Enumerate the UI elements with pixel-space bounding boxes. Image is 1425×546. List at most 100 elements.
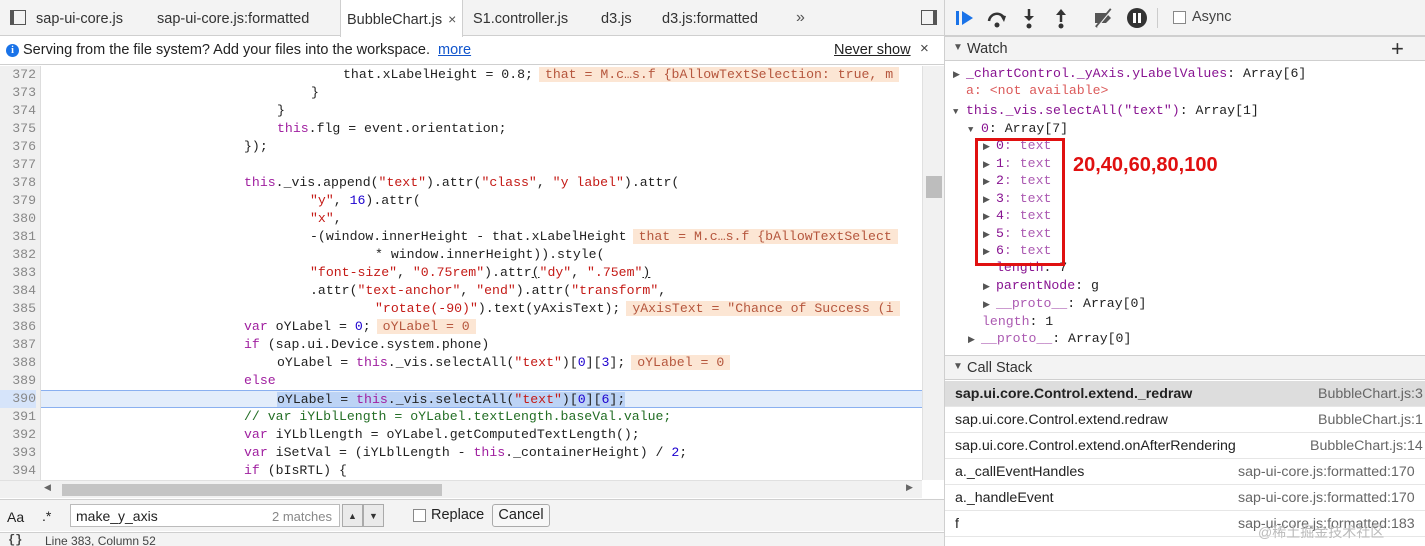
code-area[interactable]: 372 373 374 375 376 377 378 379 380 381 … <box>0 66 922 480</box>
step-over-icon[interactable] <box>985 6 1009 30</box>
code-line: "y", 16).attr( <box>310 193 421 208</box>
tab-sap-ui-core-formatted[interactable]: sap-ui-core.js:formatted <box>157 0 309 36</box>
regex-toggle[interactable]: .* <box>42 508 51 524</box>
async-checkbox[interactable] <box>1173 11 1186 24</box>
call-frame[interactable]: sap.ui.core.Control.extend.redraw BubbleC… <box>945 407 1425 433</box>
line-number[interactable]: 387 <box>0 336 36 354</box>
replace-label[interactable]: Replace <box>431 507 484 523</box>
watch-pane-header[interactable]: ▼ Watch + <box>945 36 1425 61</box>
call-frame[interactable]: a._handleEvent sap-ui-core.js:formatted:1… <box>945 485 1425 511</box>
editor-tab-bar: sap-ui-core.js sap-ui-core.js:formatted … <box>0 0 944 37</box>
line-number[interactable]: 373 <box>0 84 36 102</box>
toggle-navigator-icon[interactable] <box>7 7 29 29</box>
line-number[interactable]: 383 <box>0 264 36 282</box>
line-number[interactable]: 378 <box>0 174 36 192</box>
line-number[interactable]: 386 <box>0 318 36 336</box>
resume-icon[interactable] <box>953 6 977 30</box>
line-number[interactable]: 377 <box>0 156 36 174</box>
infobar-message: Serving from the file system? Add your f… <box>23 42 430 58</box>
line-number[interactable]: 384 <box>0 282 36 300</box>
line-number[interactable]: 379 <box>0 192 36 210</box>
expand-triangle-icon[interactable]: ▼ <box>953 42 963 53</box>
line-number[interactable]: 394 <box>0 462 36 480</box>
line-number[interactable]: 393 <box>0 444 36 462</box>
tab-d3-formatted[interactable]: d3.js:formatted <box>662 0 758 36</box>
scroll-left-icon[interactable]: ◀ <box>44 482 51 493</box>
infobar-more-link[interactable]: more <box>438 42 471 58</box>
line-number[interactable]: 374 <box>0 102 36 120</box>
annotation-highlight-box <box>975 138 1065 266</box>
pretty-print-icon[interactable]: {} <box>8 533 22 546</box>
line-number[interactable]: 382 <box>0 246 36 264</box>
line-number-breakpoint-current[interactable]: 390 <box>0 390 36 408</box>
deactivate-breakpoints-icon[interactable] <box>1091 6 1115 30</box>
watch-item[interactable]: ▼ this._vis.selectAll("text"): Array[1] <box>953 102 1259 119</box>
code-line: that.xLabelHeight = 0.8; that = M.c…s.f {… <box>41 66 922 84</box>
watch-tree-node[interactable]: ▶ parentNode: g <box>983 277 1099 294</box>
watch-tree-node[interactable]: ▶ __proto__: Array[0] <box>983 295 1146 312</box>
call-frame[interactable]: a._callEventHandles sap-ui-core.js:format… <box>945 459 1425 485</box>
tab-bubblechart[interactable]: BubbleChart.js × <box>340 0 464 37</box>
call-frame-selected[interactable]: sap.ui.core.Control.extend._redraw Bubble… <box>945 381 1425 407</box>
code-line: else <box>244 373 276 388</box>
current-execution-line: oYLabel = this._vis.selectAll("text")[0]… <box>41 390 922 408</box>
watch-item[interactable]: a: <not available> <box>966 82 1108 99</box>
replace-checkbox[interactable] <box>413 509 426 522</box>
async-label[interactable]: Async <box>1192 9 1232 25</box>
pause-on-exceptions-icon[interactable] <box>1125 6 1149 30</box>
find-previous-button[interactable]: ▲ <box>342 504 363 527</box>
source-editor-panel: sap-ui-core.js sap-ui-core.js:formatted … <box>0 0 944 546</box>
horizontal-scrollbar[interactable]: ◀ ▶ <box>0 480 922 498</box>
vertical-scrollbar[interactable] <box>922 66 944 480</box>
find-next-button[interactable]: ▼ <box>363 504 384 527</box>
callstack-title: Call Stack <box>967 360 1033 376</box>
line-number[interactable]: 385 <box>0 300 36 318</box>
status-bar: {} Line 383, Column 52 <box>0 532 944 546</box>
info-icon: i <box>6 44 19 57</box>
debugger-toolbar: Async <box>945 0 1425 36</box>
line-number[interactable]: 392 <box>0 426 36 444</box>
code-line: if (sap.ui.Device.system.phone) <box>244 337 490 352</box>
line-number[interactable]: 389 <box>0 372 36 390</box>
line-number[interactable]: 375 <box>0 120 36 138</box>
step-into-icon[interactable] <box>1017 6 1041 30</box>
toggle-debugger-icon[interactable] <box>918 7 940 29</box>
match-case-toggle[interactable]: Aa <box>7 509 24 525</box>
line-number[interactable]: 381 <box>0 228 36 246</box>
line-number[interactable]: 388 <box>0 354 36 372</box>
watch-item[interactable]: ▶ _chartControl._yAxis.yLabelValues: Arra… <box>953 65 1306 82</box>
callstack-pane-header[interactable]: ▼ Call Stack <box>945 355 1425 380</box>
watch-tree-node[interactable]: ▶ __proto__: Array[0] <box>968 330 1131 347</box>
code-line: var iYLblLength = oYLabel.getComputedTex… <box>244 427 640 442</box>
code-line: this.flg = event.orientation; <box>277 121 507 136</box>
toolbar-divider <box>1157 8 1158 28</box>
search-bar: Aa .* 2 matches ▲ ▼ Replace Cancel <box>0 499 944 531</box>
tab-sap-ui-core[interactable]: sap-ui-core.js <box>36 0 123 36</box>
tab-s1-controller[interactable]: S1.controller.js <box>473 0 568 36</box>
tab-d3[interactable]: d3.js <box>601 0 632 36</box>
line-number[interactable]: 372 <box>0 66 36 84</box>
scroll-right-icon[interactable]: ▶ <box>906 482 913 493</box>
watch-tree-node[interactable]: ▼ 0: Array[7] <box>968 120 1068 137</box>
inline-eval-value: oYLabel = 0 <box>631 355 731 370</box>
close-infobar-icon[interactable]: × <box>920 40 929 57</box>
step-out-icon[interactable] <box>1049 6 1073 30</box>
line-number[interactable]: 380 <box>0 210 36 228</box>
inline-eval-value: yAxisText = "Chance of Success (i <box>626 301 900 316</box>
never-show-link[interactable]: Never show <box>834 42 911 58</box>
line-number[interactable]: 376 <box>0 138 36 156</box>
debugger-sidebar: Async ▼ Watch + ▶ _chartControl._yAxis.yL… <box>944 0 1425 546</box>
code-line: "font-size", "0.75rem").attr("dy", ".75e… <box>310 265 651 280</box>
call-frame[interactable]: sap.ui.core.Control.extend.onAfterRender… <box>945 433 1425 459</box>
cancel-button[interactable]: Cancel <box>492 504 550 527</box>
scroll-thumb[interactable] <box>926 176 942 198</box>
watch-tree-node[interactable]: length: 1 <box>982 313 1053 330</box>
more-tabs-icon[interactable]: » <box>796 0 805 36</box>
scroll-thumb[interactable] <box>62 484 442 496</box>
collapse-triangle-icon[interactable]: ▼ <box>953 361 963 372</box>
add-watch-icon[interactable]: + <box>1391 36 1404 62</box>
annotation-text: 20,40,60,80,100 <box>1073 154 1218 176</box>
expand-triangle-icon: ▶ <box>953 70 960 80</box>
close-tab-icon[interactable]: × <box>448 11 456 27</box>
line-number[interactable]: 391 <box>0 408 36 426</box>
